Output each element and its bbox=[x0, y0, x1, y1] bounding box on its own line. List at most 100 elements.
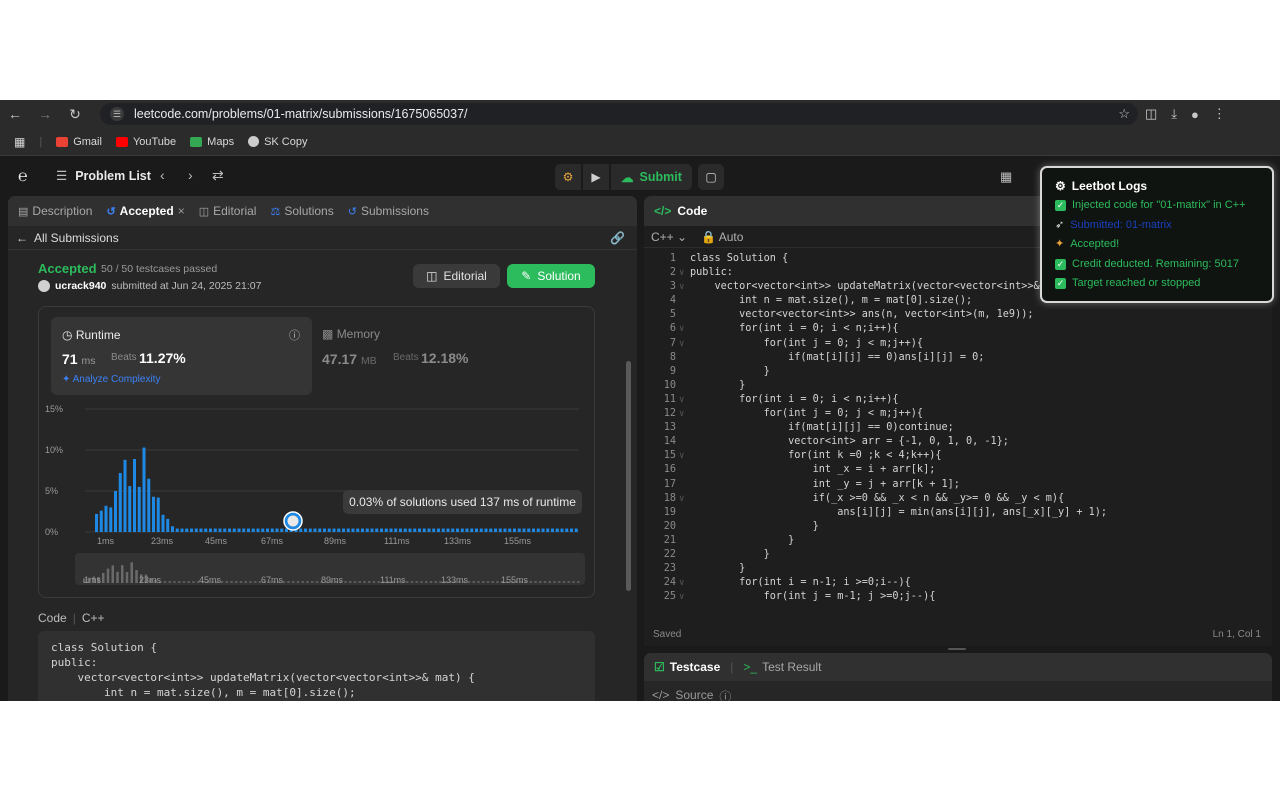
code-line[interactable]: 15 ∨ for(int k =0 ;k < 4;k++){ bbox=[644, 449, 1272, 463]
notes-icon[interactable]: ▢ bbox=[698, 164, 724, 190]
tab-editorial[interactable]: ◫ Editorial bbox=[199, 204, 257, 218]
fold-chevron-icon[interactable]: ∨ bbox=[679, 590, 684, 604]
mini-bar bbox=[368, 581, 371, 583]
panel-resize-handle[interactable] bbox=[948, 648, 966, 650]
prev-problem-icon[interactable]: ‹ bbox=[160, 167, 165, 183]
bookmark-youtube[interactable]: YouTube bbox=[115, 136, 176, 148]
profile-avatar[interactable]: ● bbox=[1191, 107, 1199, 122]
left-scrollbar[interactable] bbox=[625, 351, 631, 691]
code-line[interactable]: 5 vector<vector<int>> ans(n, vector<int>… bbox=[644, 308, 1272, 322]
bookmark-star-icon[interactable]: ☆ bbox=[1118, 106, 1130, 122]
histogram-bar bbox=[242, 528, 246, 532]
menu-kebab-icon[interactable]: ⋮ bbox=[1213, 106, 1226, 122]
leetcode-logo-icon[interactable]: ℮ bbox=[18, 168, 34, 186]
line-number: 21 bbox=[663, 534, 676, 546]
code-line[interactable]: 21 } bbox=[644, 534, 1272, 548]
fold-chevron-icon[interactable]: ∨ bbox=[679, 492, 684, 506]
help-icon[interactable]: ⓘ bbox=[719, 688, 731, 701]
code-line[interactable]: 6 ∨ for(int i = 0; i < n;i++){ bbox=[644, 322, 1272, 336]
code-editor[interactable]: 1 class Solution {2 ∨ public: 3 ∨ vector<vect… bbox=[644, 252, 1272, 614]
tab-accepted[interactable]: ↺ Accepted × bbox=[106, 204, 184, 218]
close-tab-icon[interactable]: × bbox=[178, 204, 185, 218]
histogram-bar bbox=[394, 528, 398, 532]
tab-testcase[interactable]: ☑ Testcase bbox=[654, 660, 720, 674]
bookmark-sk-copy[interactable]: SK Copy bbox=[248, 136, 308, 148]
y-tick-label: 15% bbox=[45, 404, 63, 414]
solution-button[interactable]: ✎ Solution bbox=[507, 264, 595, 288]
reload-icon[interactable]: ↻ bbox=[60, 106, 90, 123]
code-line[interactable]: 12 ∨ for(int j = 0; j < m;j++){ bbox=[644, 407, 1272, 421]
fold-chevron-icon[interactable]: ∨ bbox=[679, 322, 684, 336]
problem-list-button[interactable]: ☰ Problem List bbox=[56, 168, 151, 184]
code-line[interactable]: 13 if(mat[i][j] == 0)continue; bbox=[644, 421, 1272, 435]
histogram-bar bbox=[489, 528, 493, 532]
submit-button[interactable]: ☁ Submit bbox=[611, 164, 692, 190]
code-line[interactable]: 9 } bbox=[644, 365, 1272, 379]
back-icon[interactable]: ← bbox=[0, 106, 30, 122]
code-line[interactable]: 10 } bbox=[644, 379, 1272, 393]
info-icon[interactable]: ⓘ bbox=[289, 327, 300, 343]
code-line[interactable]: 17 int _y = j + arr[k + 1]; bbox=[644, 478, 1272, 492]
layout-grid-icon[interactable]: ▦ bbox=[1000, 169, 1012, 185]
fold-chevron-icon[interactable]: ∨ bbox=[679, 576, 684, 590]
histogram-bar bbox=[517, 528, 521, 532]
checkbox-icon: ☑ bbox=[654, 660, 665, 674]
language-select[interactable]: C++ ⌄ bbox=[651, 230, 687, 244]
site-info-icon[interactable]: ☰ bbox=[110, 107, 124, 121]
code-line[interactable]: 18 ∨ if(_x >=0 && _x < n && _y>= 0 && _y … bbox=[644, 492, 1272, 506]
code-line[interactable]: 22 } bbox=[644, 548, 1272, 562]
code-line[interactable]: 7 ∨ for(int j = 0; j < m;j++){ bbox=[644, 337, 1272, 351]
share-link-icon[interactable]: 🔗 bbox=[610, 231, 625, 245]
line-number: 17 bbox=[663, 478, 676, 490]
username[interactable]: ucrack940 bbox=[55, 280, 106, 292]
submission-status: Accepted bbox=[38, 261, 97, 276]
leetbot-log-item: ✦ Accepted! bbox=[1055, 235, 1259, 255]
apps-grid-icon[interactable]: ▦ bbox=[14, 135, 25, 149]
code-line[interactable]: 8 if(mat[i][j] == 0)ans[i][j] = 0; bbox=[644, 351, 1272, 365]
memory-label: Memory bbox=[336, 327, 381, 341]
editorial-button[interactable]: ◫ Editorial bbox=[413, 264, 500, 288]
tab-solutions[interactable]: ⚖ Solutions bbox=[270, 204, 333, 218]
code-line[interactable]: 16 int _x = i + arr[k]; bbox=[644, 463, 1272, 477]
auto-mode[interactable]: 🔒 Auto bbox=[701, 230, 743, 244]
next-problem-icon[interactable]: › bbox=[188, 167, 193, 183]
code-line[interactable]: 19 ans[i][j] = min(ans[i][j], ans[_x][_y… bbox=[644, 506, 1272, 520]
scrollbar-thumb[interactable] bbox=[626, 361, 631, 591]
source-row[interactable]: </> Source ⓘ bbox=[652, 688, 731, 701]
avatar[interactable] bbox=[38, 280, 50, 292]
tab-description[interactable]: ▤ Description bbox=[18, 204, 92, 218]
code-line[interactable]: 25 ∨ for(int j = m-1; j >=0;j--){ bbox=[644, 590, 1272, 604]
histogram-bar bbox=[213, 528, 217, 532]
code-line[interactable]: 14 vector<int> arr = {-1, 0, 1, 0, -1}; bbox=[644, 435, 1272, 449]
debug-icon[interactable]: ⚙ bbox=[555, 164, 581, 190]
tab-test-result[interactable]: >_ Test Result bbox=[743, 660, 821, 674]
mini-bar bbox=[363, 581, 366, 583]
fold-chevron-icon[interactable]: ∨ bbox=[679, 407, 684, 421]
fold-chevron-icon[interactable]: ∨ bbox=[679, 337, 684, 351]
code-line[interactable]: 24 ∨ for(int i = n-1; i >=0;i--){ bbox=[644, 576, 1272, 590]
code-line[interactable]: 11 ∨ for(int i = 0; i < n;i++){ bbox=[644, 393, 1272, 407]
bookmark-gmail[interactable]: Gmail bbox=[56, 136, 102, 148]
histogram-bar bbox=[128, 486, 132, 532]
address-bar[interactable]: ☰ leetcode.com/problems/01-matrix/submis… bbox=[100, 103, 1138, 125]
runtime-box[interactable]: ◷ Runtime ⓘ 71 ms Beats 11.27% ✦ Analyze… bbox=[51, 317, 312, 395]
fold-chevron-icon[interactable]: ∨ bbox=[679, 280, 684, 294]
gmail-icon bbox=[56, 136, 69, 147]
extensions-icon[interactable]: ◫ bbox=[1145, 106, 1157, 122]
forward-icon[interactable]: → bbox=[30, 106, 60, 122]
fold-chevron-icon[interactable]: ∨ bbox=[679, 449, 684, 463]
download-icon[interactable]: ⤓ bbox=[1171, 106, 1177, 122]
back-arrow-icon[interactable]: ← bbox=[16, 231, 28, 245]
code-line[interactable]: 20 } bbox=[644, 520, 1272, 534]
memory-title[interactable]: ▩ Memory bbox=[322, 327, 380, 341]
bookmark-maps[interactable]: Maps bbox=[190, 136, 234, 148]
code-brackets-icon: </> bbox=[652, 688, 670, 701]
analyze-complexity-link[interactable]: ✦ Analyze Complexity bbox=[62, 374, 160, 385]
code-line[interactable]: 23 } bbox=[644, 562, 1272, 576]
fold-chevron-icon[interactable]: ∨ bbox=[679, 393, 684, 407]
shuffle-icon[interactable]: ⇄ bbox=[212, 167, 224, 184]
all-submissions-link[interactable]: All Submissions bbox=[34, 231, 119, 245]
fold-chevron-icon[interactable]: ∨ bbox=[679, 266, 684, 280]
tab-submissions[interactable]: ↺ Submissions bbox=[348, 204, 429, 218]
run-button[interactable]: ▶ bbox=[583, 164, 609, 190]
